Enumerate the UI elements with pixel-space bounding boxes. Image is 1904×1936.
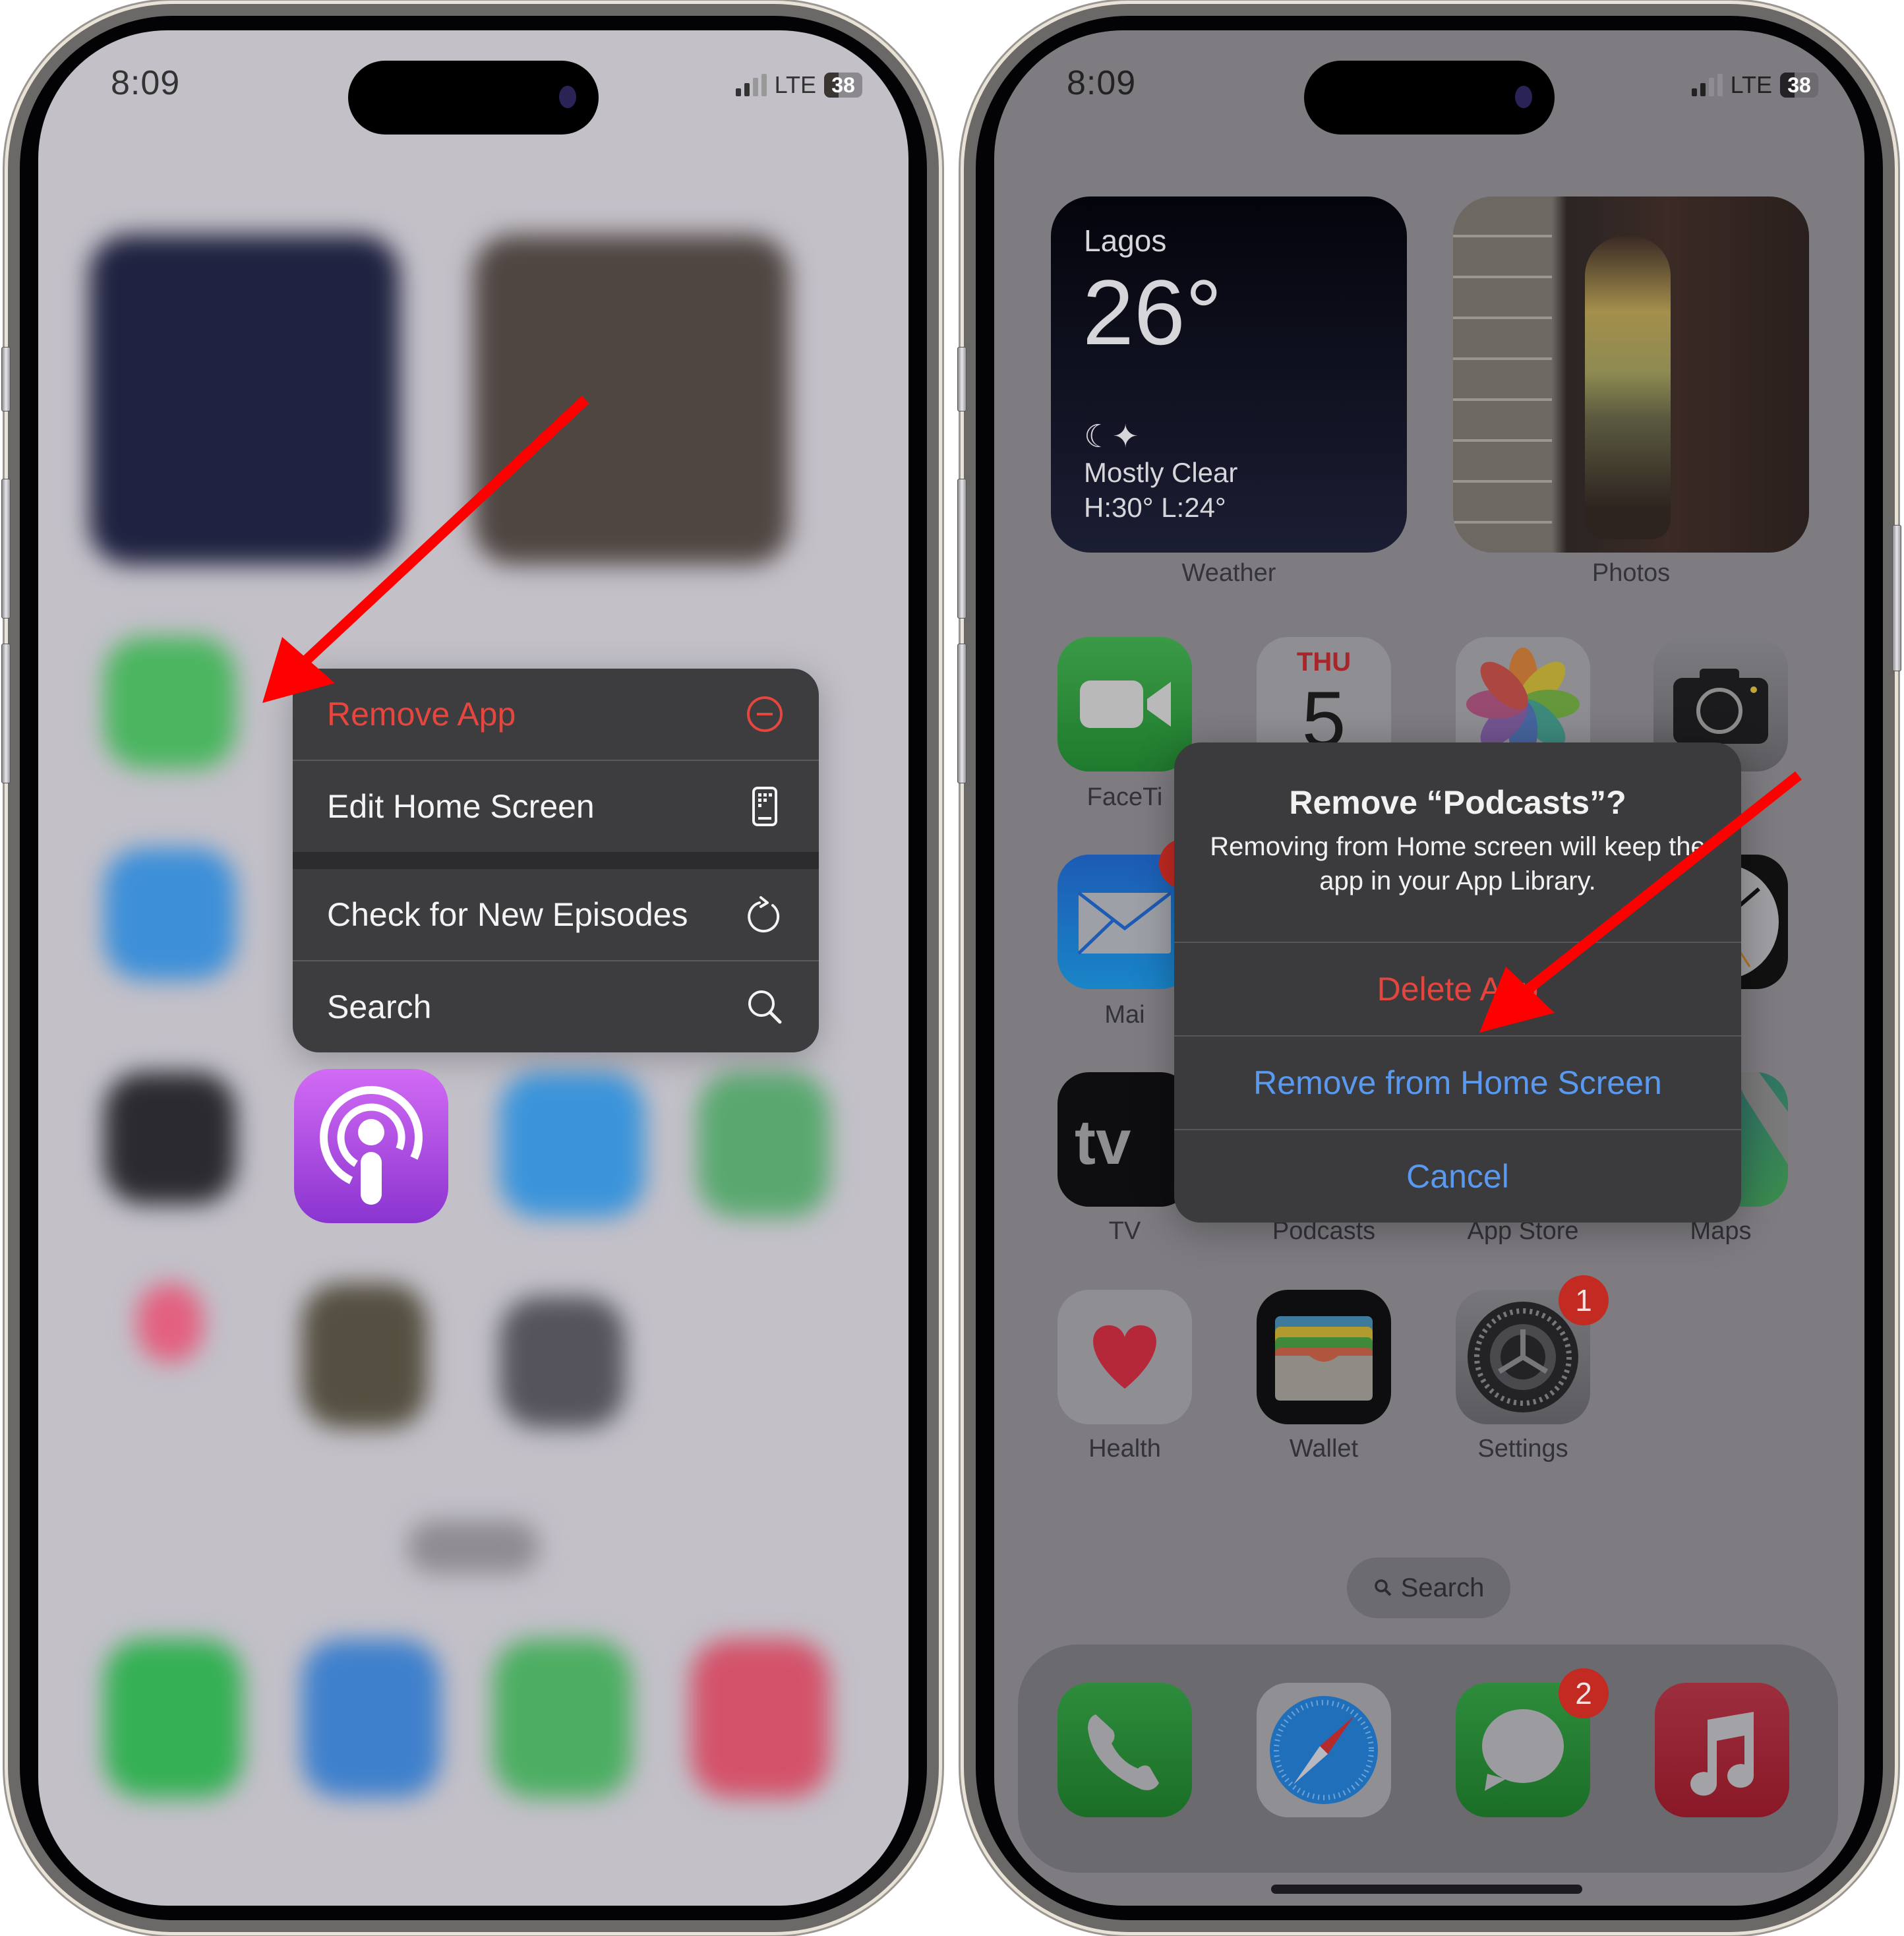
facetime-app-icon[interactable] bbox=[1057, 637, 1192, 771]
widget-label-photos: Photos bbox=[1592, 559, 1671, 587]
volume-up-button bbox=[957, 479, 967, 619]
menu-item-label: Check for New Episodes bbox=[327, 896, 688, 933]
volume-down-button bbox=[957, 644, 967, 783]
cancel-button[interactable]: Cancel bbox=[1174, 1129, 1741, 1223]
tv-app-icon[interactable]: tv bbox=[1057, 1072, 1192, 1207]
phone-app-icon[interactable] bbox=[1057, 1683, 1192, 1817]
context-menu: Remove App Edit Home Screen Check for Ne… bbox=[293, 669, 819, 1052]
status-indicators: LTE 38 bbox=[1691, 71, 1818, 99]
menu-section-separator bbox=[293, 852, 819, 869]
menu-item-search[interactable]: Search bbox=[293, 961, 819, 1052]
blurred-music-icon bbox=[691, 1639, 829, 1798]
blurred-maps-icon bbox=[698, 1072, 829, 1217]
settings-badge: 1 bbox=[1559, 1275, 1609, 1325]
search-label: Search bbox=[1400, 1573, 1485, 1602]
search-icon bbox=[745, 987, 785, 1027]
battery-icon: 38 bbox=[1780, 73, 1818, 98]
weather-condition: Mostly Clear bbox=[1084, 457, 1238, 488]
phone-right: 8:09 LTE 38 Lagos 26° ☾✦ Mostly Clear H:… bbox=[957, 4, 1901, 1932]
home-search-button[interactable]: Search bbox=[1347, 1558, 1510, 1618]
compass-icon bbox=[1270, 1696, 1378, 1804]
annotation-arrow bbox=[1479, 771, 1802, 1033]
brick-wall bbox=[1453, 197, 1552, 553]
podcasts-icon bbox=[320, 1086, 423, 1205]
action-button bbox=[957, 347, 967, 411]
status-indicators: LTE 38 bbox=[735, 71, 862, 99]
blurred-facetime-icon bbox=[104, 637, 236, 769]
status-time: 8:09 bbox=[1067, 64, 1137, 102]
app-label-settings: Settings bbox=[1477, 1435, 1568, 1463]
home-indicator bbox=[1271, 1885, 1582, 1894]
music-note-icon bbox=[1690, 1712, 1754, 1796]
weather-high-low: H:30° L:24° bbox=[1084, 492, 1226, 523]
moon-stars-icon: ☾✦ bbox=[1084, 419, 1139, 454]
camera-dot bbox=[559, 86, 576, 108]
calendar-day: THU bbox=[1296, 648, 1352, 677]
dock: 2 bbox=[1018, 1645, 1838, 1873]
blurred-health-icon bbox=[137, 1283, 203, 1362]
wallet-cards-icon bbox=[1275, 1316, 1373, 1401]
messages-badge: 2 bbox=[1559, 1668, 1609, 1718]
health-app-icon[interactable] bbox=[1057, 1290, 1192, 1424]
blurred-search-pill bbox=[407, 1521, 539, 1573]
weather-city: Lagos bbox=[1084, 224, 1167, 258]
signal-icon bbox=[735, 74, 767, 96]
status-time: 8:09 bbox=[111, 64, 181, 102]
annotation-arrow bbox=[262, 396, 589, 703]
volume-up-button bbox=[1, 479, 11, 619]
app-label-health: Health bbox=[1088, 1435, 1161, 1463]
home-screen: 8:09 LTE 38 Lagos 26° ☾✦ Mostly Clear H:… bbox=[994, 30, 1864, 1906]
blurred-phone-icon bbox=[104, 1639, 243, 1798]
app-label-tv: TV bbox=[1108, 1217, 1141, 1245]
menu-item-check-new-episodes[interactable]: Check for New Episodes bbox=[293, 869, 819, 961]
phone-handset-icon bbox=[1088, 1714, 1159, 1790]
menu-item-label: Edit Home Screen bbox=[327, 788, 595, 825]
heart-icon bbox=[1093, 1325, 1156, 1389]
dynamic-island bbox=[348, 61, 599, 135]
camera-dot bbox=[1515, 86, 1532, 108]
blurred-tv-icon bbox=[104, 1072, 236, 1204]
photo-person bbox=[1585, 236, 1671, 539]
wallet-app-icon[interactable] bbox=[1257, 1290, 1391, 1424]
network-type: LTE bbox=[1730, 71, 1772, 98]
signal-icon bbox=[1691, 74, 1723, 96]
phone-grid-icon bbox=[745, 787, 785, 826]
blurred-safari-icon bbox=[302, 1639, 440, 1798]
blurred-mail-icon bbox=[104, 848, 236, 980]
refresh-icon bbox=[745, 895, 785, 934]
weather-widget[interactable]: Lagos 26° ☾✦ Mostly Clear H:30° L:24° bbox=[1051, 197, 1407, 553]
battery-icon: 38 bbox=[824, 73, 862, 98]
video-camera-icon bbox=[1080, 681, 1171, 728]
search-icon bbox=[1374, 1579, 1392, 1596]
blurred-appstore-icon bbox=[500, 1072, 645, 1217]
dynamic-island bbox=[1304, 61, 1555, 135]
photos-widget[interactable] bbox=[1453, 197, 1809, 553]
minus-circle-icon bbox=[745, 694, 785, 734]
menu-item-label: Search bbox=[327, 988, 432, 1025]
menu-item-edit-home-screen[interactable]: Edit Home Screen bbox=[293, 761, 819, 852]
network-type: LTE bbox=[774, 71, 816, 98]
widget-label-weather: Weather bbox=[1181, 559, 1276, 587]
volume-down-button bbox=[1, 644, 11, 783]
podcasts-app-icon[interactable] bbox=[294, 1069, 448, 1223]
apple-tv-icon: tv bbox=[1075, 1107, 1131, 1178]
weather-temp: 26° bbox=[1083, 260, 1222, 364]
blurred-settings-icon bbox=[500, 1296, 625, 1428]
action-button bbox=[1, 347, 11, 411]
music-app-icon[interactable] bbox=[1655, 1683, 1789, 1817]
phone-left: 8:09 LTE 38 Remove App Edit Home Screen bbox=[1, 4, 939, 1932]
home-screen-blurred: 8:09 LTE 38 Remove App Edit Home Screen bbox=[38, 30, 908, 1906]
safari-app-icon[interactable] bbox=[1257, 1683, 1391, 1817]
remove-from-home-screen-button[interactable]: Remove from Home Screen bbox=[1174, 1035, 1741, 1129]
blurred-wallet-icon bbox=[302, 1283, 427, 1428]
power-button bbox=[1892, 525, 1901, 671]
blurred-messages-icon bbox=[493, 1639, 632, 1798]
app-label-wallet: Wallet bbox=[1289, 1435, 1359, 1463]
